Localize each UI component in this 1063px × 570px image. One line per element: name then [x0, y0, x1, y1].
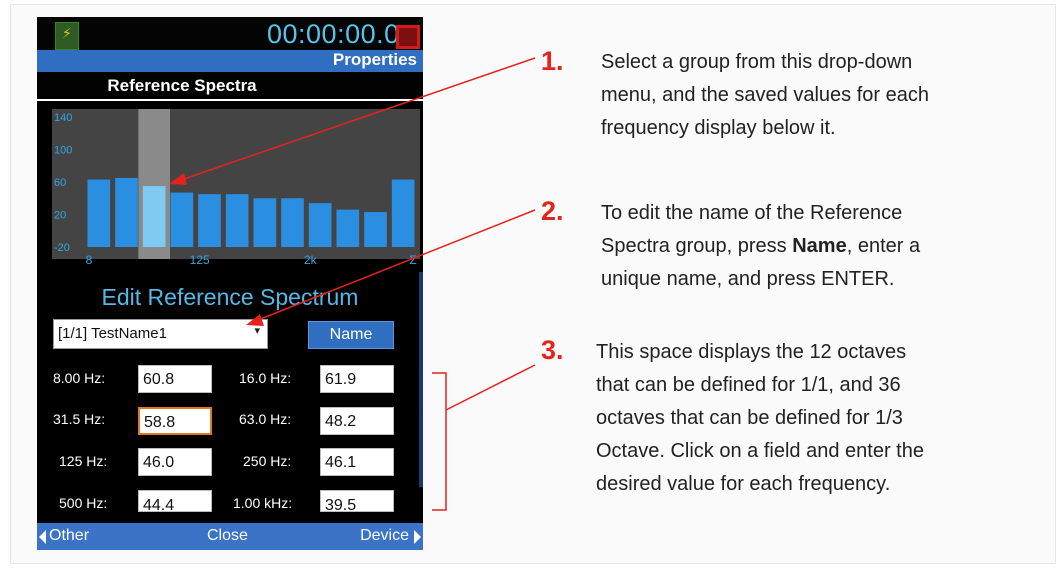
- freq-value-field-active[interactable]: 58.8: [138, 407, 212, 435]
- x-tick-label: Σ: [409, 253, 416, 267]
- annotation-text-2: To edit the name of the Reference Spectr…: [601, 197, 920, 296]
- spectrum-bar: [87, 179, 111, 247]
- spectrum-bar: [253, 198, 277, 247]
- freq-value: 46.0: [143, 454, 175, 471]
- annotation-fragment: , enter a: [846, 235, 921, 257]
- screen-title: Reference Spectra: [107, 76, 257, 95]
- freq-label: 31.5 Hz:: [53, 411, 106, 427]
- spectrum-bar: [364, 212, 387, 247]
- freq-label: 1.00 kHz:: [233, 495, 293, 511]
- spectrum-bar: [225, 194, 249, 247]
- x-tick-label: 2k: [304, 253, 318, 267]
- freq-label: 250 Hz:: [243, 453, 292, 469]
- spectrum-chart: 140 100 60 20 -20 8 125 2k Σ: [52, 109, 420, 267]
- y-tick-label: 100: [54, 145, 72, 157]
- annotation-line: octaves that can be defined for 1/3: [596, 407, 903, 429]
- annotation-fragment: Spectra group, press: [601, 235, 793, 257]
- y-tick-label: 60: [54, 177, 66, 189]
- y-tick-label: -20: [54, 242, 70, 254]
- screen-title-bar: Reference Spectra: [37, 72, 423, 101]
- battery-icon: ⚡: [55, 22, 79, 50]
- annotation-line: Select a group from this drop-down: [601, 51, 913, 73]
- group-dropdown[interactable]: [1/1] TestName1 ▾: [53, 319, 268, 349]
- annotation-line: desired value for each frequency.: [596, 473, 891, 495]
- spectrum-bar: [198, 194, 221, 247]
- annotation-line: frequency display below it.: [601, 117, 836, 139]
- close-button[interactable]: Close: [207, 527, 248, 545]
- annotation-line: menu, and the saved values for each: [601, 84, 929, 106]
- record-icon[interactable]: [396, 25, 420, 49]
- spectrum-bar: [391, 179, 415, 247]
- annotation-line: To edit the name of the Reference: [601, 202, 903, 224]
- annotation-line: unique name, and press ENTER.: [601, 268, 895, 290]
- properties-bar: Properties: [37, 50, 423, 72]
- properties-label: Properties: [332, 50, 417, 69]
- timer-readout: 00:00:00.0: [267, 19, 400, 49]
- freq-value-field[interactable]: 48.2: [320, 407, 394, 435]
- freq-value: 48.2: [325, 413, 357, 430]
- dropdown-arrow-icon: ▾: [254, 325, 260, 337]
- spectrum-bar: [142, 186, 166, 247]
- annotation-line: Spectra group, press Name, enter a: [601, 230, 920, 263]
- freq-value-field[interactable]: 61.9: [320, 365, 394, 393]
- annotation-number-3: 3.: [541, 335, 564, 365]
- freq-value: 46.1: [325, 454, 357, 471]
- x-tick-label: 8: [86, 253, 93, 267]
- freq-label: 16.0 Hz:: [239, 370, 292, 386]
- freq-value: 58.8: [144, 414, 176, 431]
- freq-value-field[interactable]: 39.5: [320, 490, 394, 514]
- freq-label: 500 Hz:: [59, 495, 108, 511]
- device-button[interactable]: Device: [360, 527, 409, 545]
- freq-value-field[interactable]: 60.8: [138, 365, 212, 393]
- x-tick-label: 125: [190, 253, 210, 267]
- spectrum-bar: [336, 209, 360, 247]
- freq-value: 61.9: [325, 371, 357, 388]
- y-tick-label: 140: [54, 112, 72, 124]
- spectrum-bar: [115, 177, 138, 247]
- name-button[interactable]: Name: [308, 321, 394, 349]
- annotation-bold-name: Name: [792, 235, 847, 257]
- annotation-text-1: Select a group from this drop-down menu,…: [601, 46, 929, 145]
- y-tick-label: 20: [54, 210, 66, 222]
- freq-label: 8.00 Hz:: [53, 370, 106, 386]
- freq-value-field[interactable]: 46.1: [320, 448, 394, 476]
- spectrum-bar: [281, 198, 304, 247]
- edit-title: Edit Reference Spectrum: [101, 284, 359, 310]
- annotation-line: that can be defined for 1/1, and 36: [596, 374, 901, 396]
- freq-value-field[interactable]: 44.4: [138, 490, 212, 514]
- device-screen: ⚡ 00:00:00.0 Properties Reference Spectr…: [37, 17, 423, 550]
- other-button[interactable]: Other: [49, 527, 89, 545]
- dropdown-value: [1/1] TestName1: [58, 325, 167, 342]
- spectrum-bar: [308, 203, 332, 247]
- annotation-number-1: 1.: [541, 46, 564, 76]
- annotation-line: Octave. Click on a field and enter the: [596, 440, 924, 462]
- freq-value-field[interactable]: 46.0: [138, 448, 212, 476]
- spectrum-bar: [170, 192, 194, 247]
- left-arrow-icon: [39, 530, 46, 544]
- freq-value: 44.4: [143, 497, 175, 514]
- freq-label: 125 Hz:: [59, 453, 108, 469]
- bottom-bar: Other Close Device: [37, 523, 423, 550]
- freq-value: 60.8: [143, 371, 175, 388]
- annotation-text-3: This space displays the 12 octaves that …: [596, 336, 924, 501]
- annotation-line: This space displays the 12 octaves: [596, 341, 907, 363]
- freq-value: 39.5: [325, 497, 357, 514]
- scrollbar[interactable]: [419, 272, 423, 487]
- annotation-number-2: 2.: [541, 196, 564, 226]
- freq-label: 63.0 Hz:: [239, 411, 292, 427]
- right-arrow-icon: [414, 530, 421, 544]
